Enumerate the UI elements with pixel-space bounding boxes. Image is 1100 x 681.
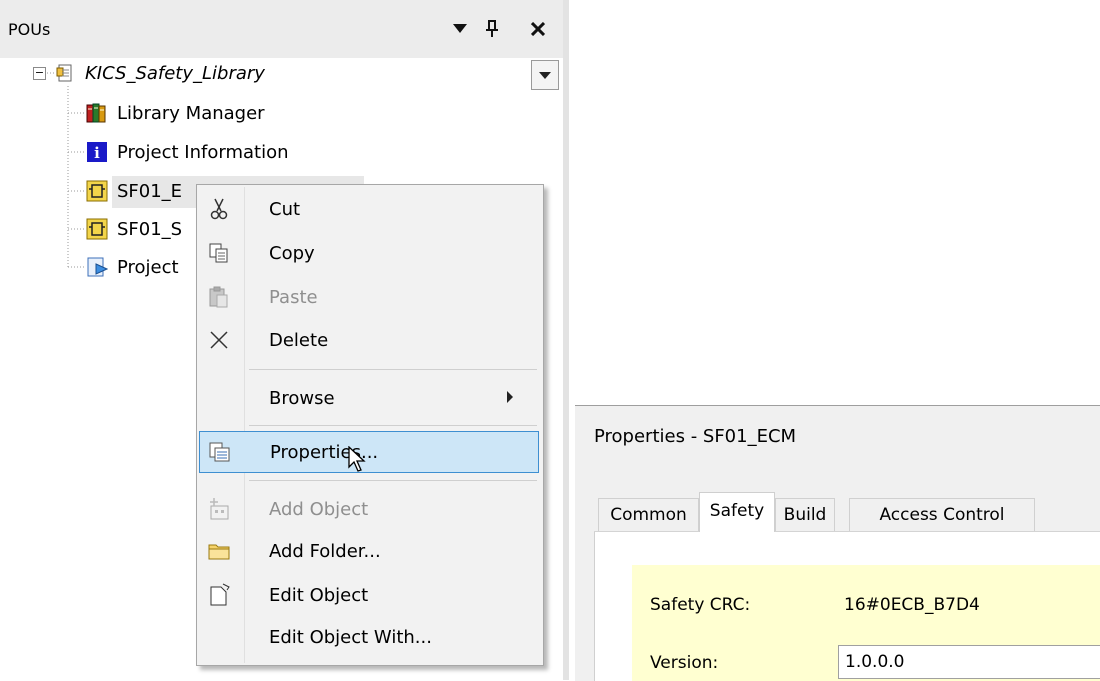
menu-item-properties[interactable]: Properties...: [199, 431, 539, 473]
safety-panel: Safety CRC: 16#0ECB_B7D4 Version:: [632, 565, 1100, 681]
dropdown-arrow-icon[interactable]: [446, 14, 474, 44]
tree-label: Project Information: [117, 141, 289, 163]
function-block-icon: [86, 180, 108, 202]
menu-item-cut[interactable]: Cut: [199, 189, 539, 229]
add-object-icon: [207, 497, 231, 521]
mouse-cursor-icon: [348, 446, 366, 472]
menu-item-copy[interactable]: Copy: [199, 233, 539, 273]
menu-item-add-folder[interactable]: Add Folder...: [199, 531, 539, 571]
copy-icon: [207, 241, 231, 265]
paste-icon: [207, 285, 231, 309]
tree-item-kics-safety-library[interactable]: KICS_Safety_Library: [54, 58, 265, 88]
tab-label: Safety: [709, 501, 765, 521]
menu-item-paste: Paste: [199, 277, 539, 317]
function-block-icon: [86, 218, 108, 240]
close-icon[interactable]: [524, 14, 552, 44]
menu-item-label: Paste: [269, 287, 318, 308]
safety-tab-page: Safety CRC: 16#0ECB_B7D4 Version:: [594, 532, 1100, 681]
delete-x-icon: [207, 328, 231, 352]
books-icon: [86, 102, 108, 124]
info-icon: i: [86, 141, 108, 163]
folder-icon: [207, 539, 231, 563]
tree-item-project[interactable]: Project: [86, 252, 179, 282]
scissors-icon: [207, 197, 231, 221]
collapse-toggle-icon[interactable]: −: [33, 67, 46, 80]
edit-object-icon: [207, 583, 231, 607]
tree-item-project-information[interactable]: i Project Information: [86, 137, 289, 167]
menu-separator: [249, 480, 537, 481]
tree-label: KICS_Safety_Library: [85, 62, 265, 84]
version-label: Version:: [650, 653, 719, 673]
library-project-icon: [54, 62, 76, 84]
menu-item-label: Edit Object: [269, 585, 369, 606]
tab-label: Build: [783, 505, 827, 525]
menu-item-label: Browse: [269, 388, 335, 409]
menu-item-label: Cut: [269, 199, 301, 220]
tree-item-sf01-s[interactable]: SF01_S: [86, 214, 182, 244]
menu-item-label: Add Folder...: [269, 541, 381, 562]
menu-item-label: Edit Object With...: [269, 627, 432, 648]
svg-text:i: i: [94, 144, 100, 162]
context-menu: Cut Copy Paste Delete Browse Properties.…: [196, 184, 544, 666]
properties-dialog: Properties - SF01_ECM Common Build Acces…: [575, 405, 1100, 681]
tree-item-library-manager[interactable]: Library Manager: [86, 98, 265, 128]
menu-item-browse[interactable]: Browse: [199, 378, 539, 418]
tree-label: SF01_E: [117, 180, 183, 202]
menu-item-edit-object[interactable]: Edit Object: [199, 575, 539, 615]
menu-separator: [249, 425, 537, 426]
properties-icon: [208, 440, 232, 464]
menu-item-label: Copy: [269, 243, 315, 264]
version-field[interactable]: [838, 645, 1100, 679]
submenu-arrow-icon: [507, 391, 513, 403]
tree-item-sf01-e[interactable]: SF01_E: [86, 176, 182, 206]
menu-separator: [249, 369, 537, 370]
tree-label: Project: [117, 256, 179, 278]
tab-build[interactable]: Build: [775, 498, 835, 531]
project-settings-icon: [86, 256, 109, 278]
safety-crc-value: 16#0ECB_B7D4: [844, 595, 980, 615]
menu-item-edit-object-with[interactable]: Edit Object With...: [199, 617, 539, 657]
tab-access-control[interactable]: Access Control: [849, 498, 1035, 531]
tab-safety[interactable]: Safety: [699, 492, 775, 532]
tree-label: Library Manager: [117, 102, 265, 124]
tree-dropdown-button[interactable]: [531, 60, 559, 90]
tab-label: Access Control: [879, 505, 1005, 525]
menu-item-label: Delete: [269, 330, 329, 351]
safety-crc-label: Safety CRC:: [650, 595, 751, 615]
menu-item-delete[interactable]: Delete: [199, 320, 539, 360]
tree-label: SF01_S: [117, 218, 183, 240]
properties-title: Properties - SF01_ECM: [594, 426, 797, 447]
menu-item-label: Add Object: [269, 499, 369, 520]
pin-icon[interactable]: [478, 14, 506, 44]
tab-common[interactable]: Common: [598, 498, 699, 531]
menu-item-add-object: Add Object: [199, 489, 539, 529]
tab-label: Common: [610, 505, 687, 525]
pane-divider[interactable]: [563, 0, 569, 680]
